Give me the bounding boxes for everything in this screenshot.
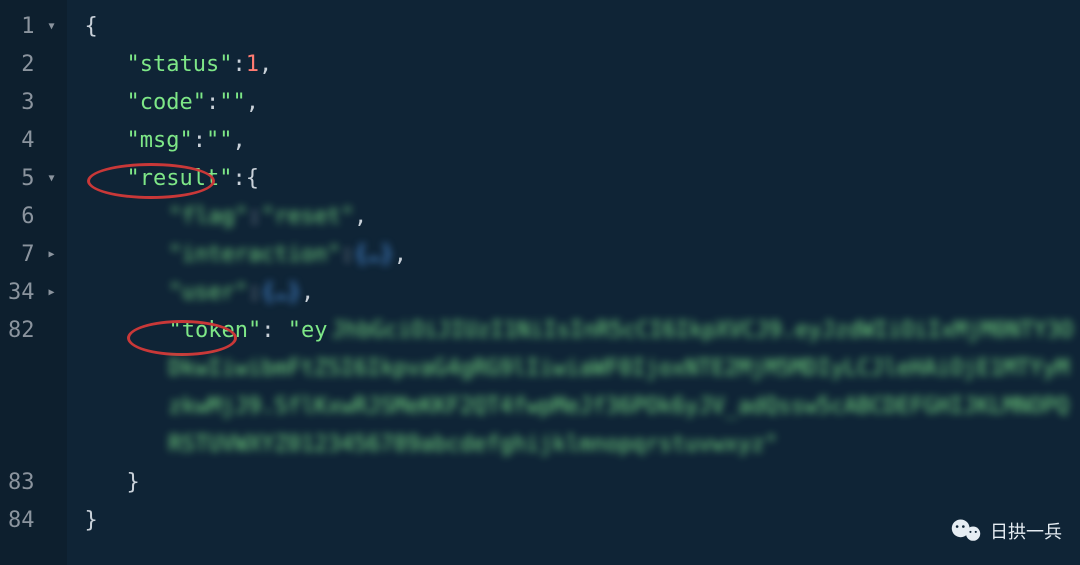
line-number: 6 [21,198,34,236]
code-line: } [85,464,1080,502]
colon: : [248,198,261,236]
json-value-number: 1 [246,46,259,84]
code-line: } [85,502,1080,540]
colon: : [193,122,206,160]
code-line: "interaction": {…}, [85,236,1080,274]
brace-close: } [85,502,98,540]
json-key-obscured: "interaction" [169,236,341,274]
line-number: 4 [21,122,34,160]
gutter-line: 6 [8,198,55,236]
comma: , [354,198,367,236]
code-line: "user": {…}, [85,274,1080,312]
gutter-line: 3 [8,84,55,122]
line-number: 2 [21,46,34,84]
line-number: 83 [8,464,35,502]
json-key-status: "status" [127,46,233,84]
line-number: 5 [21,160,34,198]
brace-close: } [127,464,140,502]
gutter-line: 4 [8,122,55,160]
comma: , [301,274,314,312]
brace-open: { [246,160,259,198]
json-value-string: "" [219,84,246,122]
colon: : [206,84,219,122]
json-key-obscured: "user" [169,274,248,312]
gutter-line: 83 [8,464,55,502]
code-line: { [85,8,1080,46]
json-value-token-prefix: "ey [288,318,328,343]
watermark: 日拱一兵 [950,517,1062,545]
json-key-msg: "msg" [127,122,193,160]
gutter-line [8,426,55,464]
gutter-line [8,350,55,388]
gutter-line [8,388,55,426]
json-editor: 1 ▼ 2 3 4 5 ▼ 6 7 ▶ 34 ▶ [0,0,1080,565]
colon: : [232,46,245,84]
fold-right-icon[interactable]: ▶ [43,236,55,274]
code-line: "result": { [85,160,1080,198]
json-value-string: "" [206,122,233,160]
line-number: 34 [8,274,35,312]
colon: : [232,160,245,198]
json-key-token: "token" [169,318,262,343]
gutter-line[interactable]: 1 ▼ [8,8,55,46]
fold-down-icon[interactable]: ▼ [43,160,55,198]
line-number: 3 [21,84,34,122]
line-number: 84 [8,502,35,540]
comma: , [232,122,245,160]
gutter-line: 82 [8,312,55,350]
json-value-folded[interactable]: {…} [354,236,394,274]
json-key-code: "code" [127,84,206,122]
comma: , [259,46,272,84]
json-key-result: "result" [127,160,233,198]
comma: , [246,84,259,122]
colon: : [341,236,354,274]
json-value-folded[interactable]: {…} [261,274,301,312]
code-line: "status": 1, [85,46,1080,84]
colon: : [248,274,261,312]
gutter-line[interactable]: 34 ▶ [8,274,55,312]
gutter-line: 2 [8,46,55,84]
comma: , [394,236,407,274]
line-number-gutter: 1 ▼ 2 3 4 5 ▼ 6 7 ▶ 34 ▶ [0,0,67,565]
code-line: "code": "", [85,84,1080,122]
gutter-line[interactable]: 5 ▼ [8,160,55,198]
json-value-obscured: "reset" [261,198,354,236]
line-number: 82 [8,312,35,350]
line-number: 1 [21,8,34,46]
code-area[interactable]: { "status": 1, "code": "", "msg": "", "r… [67,0,1080,565]
gutter-line: 84 [8,502,55,540]
json-key-obscured: "flag" [169,198,248,236]
fold-down-icon[interactable]: ▼ [43,8,55,46]
code-line: "msg": "", [85,122,1080,160]
gutter-line[interactable]: 7 ▶ [8,236,55,274]
fold-right-icon[interactable]: ▶ [43,274,55,312]
code-line: "flag": "reset", [85,198,1080,236]
colon: : [261,318,288,343]
code-line-token: "token": "eyJhbGciOiJIUzI1NiIsInR5cCI6Ik… [85,312,1080,464]
line-number: 7 [21,236,34,274]
brace-open: { [85,8,98,46]
wechat-icon [950,517,982,545]
watermark-text: 日拱一兵 [990,518,1062,544]
